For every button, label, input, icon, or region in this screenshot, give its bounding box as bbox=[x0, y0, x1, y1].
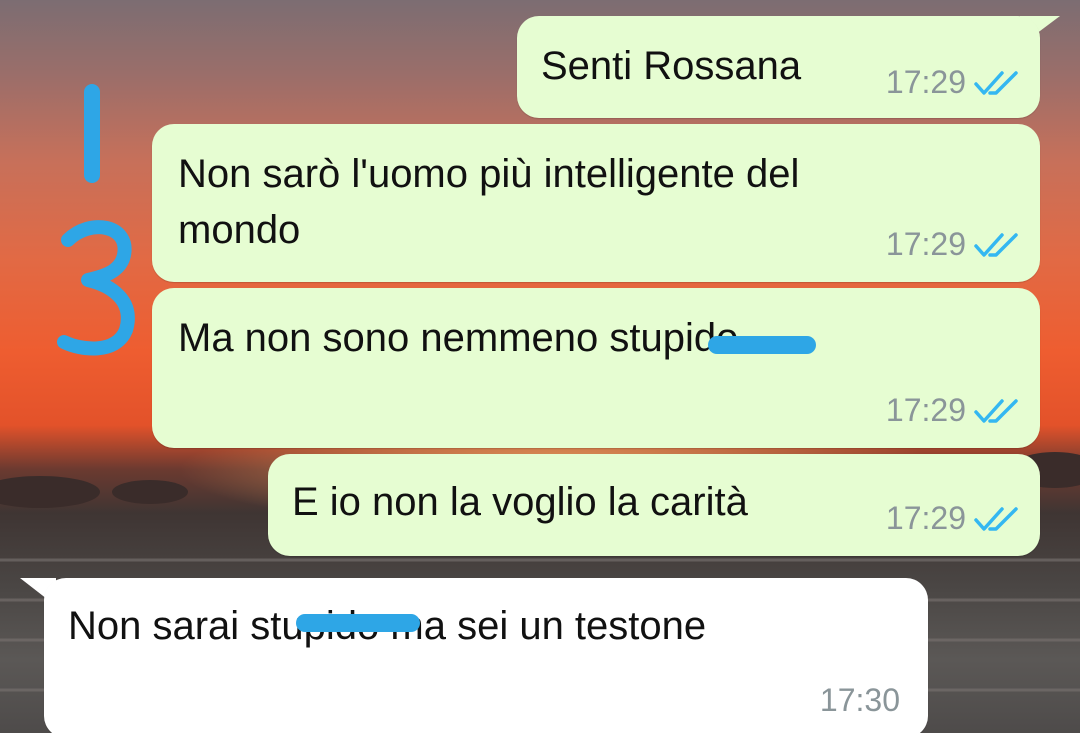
message-meta: 17:29 bbox=[886, 226, 1018, 263]
message-text: Ma non sono nemmeno stupido bbox=[178, 316, 739, 360]
double-check-read-icon bbox=[974, 232, 1018, 257]
message-time: 17:29 bbox=[885, 226, 966, 262]
message-meta: 17:29 bbox=[886, 500, 1018, 537]
incoming-message-1[interactable]: Non sarai stupido ma sei un testone 17:3… bbox=[44, 578, 928, 733]
handwritten-1-3-marker: 13 bbox=[50, 80, 150, 360]
message-time: 17:29 bbox=[885, 64, 966, 100]
redaction-scribble bbox=[296, 614, 420, 632]
outgoing-message-4[interactable]: E io non la voglio la carità 17:29 bbox=[268, 454, 1040, 556]
double-check-read-icon bbox=[974, 70, 1018, 95]
outgoing-message-1[interactable]: Senti Rossana 17:29 bbox=[517, 16, 1040, 118]
message-meta: 17:30 bbox=[820, 682, 900, 719]
message-text: E io non la voglio la carità bbox=[292, 480, 748, 524]
message-meta: 17:29 bbox=[886, 64, 1018, 101]
message-time: 17:29 bbox=[885, 500, 966, 536]
message-text: Senti Rossana bbox=[541, 44, 802, 88]
message-time: 17:29 bbox=[885, 392, 966, 428]
message-meta: 17:29 bbox=[886, 392, 1018, 429]
double-check-read-icon bbox=[974, 398, 1018, 423]
redaction-scribble bbox=[708, 336, 816, 354]
message-text-line-1: Non sarò l'uomo più intelligente del bbox=[178, 152, 800, 196]
message-time: 17:30 bbox=[819, 682, 900, 718]
double-check-read-icon bbox=[974, 506, 1018, 531]
outgoing-message-2[interactable]: Non sarò l'uomo più intelligente del mon… bbox=[152, 124, 1040, 282]
outgoing-message-3[interactable]: Ma non sono nemmeno stupido 17:29 bbox=[152, 288, 1040, 448]
message-text-line-2: mondo bbox=[178, 208, 301, 252]
